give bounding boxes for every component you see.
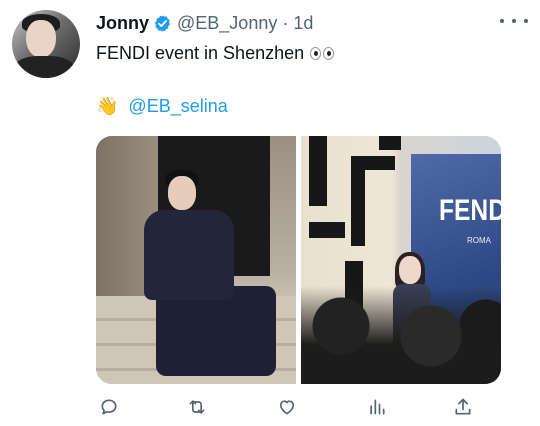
timestamp[interactable]: 1d bbox=[293, 13, 313, 34]
share-icon[interactable] bbox=[450, 394, 476, 420]
mention-link[interactable]: @EB_selina bbox=[128, 95, 227, 117]
photo-1[interactable] bbox=[96, 136, 296, 384]
photo-2[interactable]: FEND ROMA bbox=[301, 136, 501, 384]
avatar-shoulder bbox=[14, 56, 74, 78]
action-bar bbox=[96, 394, 476, 420]
tweet-text: FENDI event in Shenzhen bbox=[96, 42, 335, 64]
avatar-face bbox=[26, 20, 56, 58]
roma-logo-text: ROMA bbox=[467, 236, 491, 245]
eyes-emoji-icon bbox=[310, 46, 335, 60]
ff-logo-bar bbox=[309, 222, 345, 238]
ff-logo-bar bbox=[379, 136, 401, 150]
tweet-text-content: FENDI event in Shenzhen bbox=[96, 43, 305, 63]
photo-person-body bbox=[144, 210, 234, 300]
author-name[interactable]: Jonny bbox=[96, 13, 149, 34]
retweet-icon[interactable] bbox=[184, 394, 210, 420]
fendi-logo-text: FEND bbox=[439, 194, 501, 227]
ff-logo-bar bbox=[309, 136, 327, 206]
media-grid: FEND ROMA bbox=[96, 136, 501, 384]
like-icon[interactable] bbox=[274, 394, 300, 420]
separator-dot: · bbox=[282, 12, 289, 33]
mention-line: 👋 @EB_selina bbox=[96, 95, 228, 117]
photo-person-head bbox=[168, 176, 196, 210]
reply-icon[interactable] bbox=[96, 394, 122, 420]
author-handle[interactable]: @EB_Jonny bbox=[177, 13, 277, 34]
wave-emoji-icon: 👋 bbox=[96, 96, 119, 116]
more-options-icon[interactable] bbox=[500, 14, 528, 28]
analytics-icon[interactable] bbox=[364, 394, 390, 420]
photo-woman-head bbox=[399, 256, 421, 284]
verified-badge-icon bbox=[154, 14, 171, 32]
photo-crowd bbox=[301, 286, 501, 384]
ff-logo-bar bbox=[351, 156, 365, 246]
avatar[interactable] bbox=[12, 10, 80, 78]
tweet-header: Jonny @EB_Jonny · 1d bbox=[96, 12, 526, 34]
ff-logo-bar bbox=[365, 156, 395, 170]
